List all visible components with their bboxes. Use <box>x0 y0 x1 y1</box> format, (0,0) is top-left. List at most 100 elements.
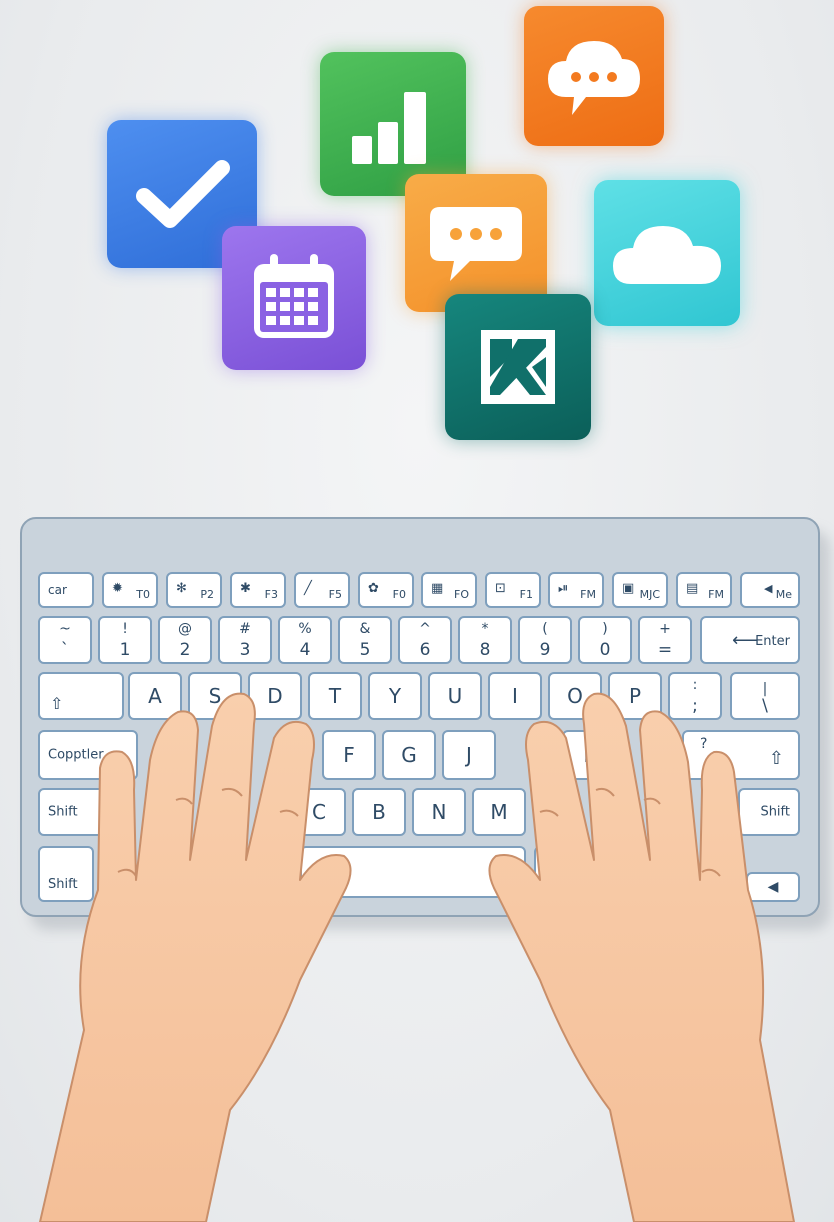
cloud-icon <box>613 226 721 284</box>
key-f5[interactable]: ╱ F5 <box>294 572 350 608</box>
key-2[interactable]: @ 2 <box>158 616 212 664</box>
key-f[interactable]: F <box>322 730 376 780</box>
key-me[interactable]: ◀ Me <box>740 572 800 608</box>
key-mjc[interactable]: ▣ MJC <box>612 572 668 608</box>
key-shift-bottom[interactable]: Shift <box>38 846 94 902</box>
spacebar[interactable] <box>300 846 526 898</box>
play-pause-icon: ⏯ <box>558 581 569 596</box>
key-d[interactable]: D <box>248 672 302 720</box>
key-symbol: 6 <box>419 640 431 660</box>
checkmark-icon <box>136 160 230 228</box>
key-label: Shift <box>760 804 790 820</box>
key-enter[interactable]: ⟵ Enter <box>700 616 800 664</box>
key-letter: B <box>372 800 386 824</box>
key-s[interactable]: S <box>188 672 242 720</box>
key-shift-up[interactable]: ? ⇧ <box>682 730 800 780</box>
key-label: Enter <box>755 634 790 649</box>
key-shift-symbol: % <box>298 621 312 637</box>
key-shift-symbol: @ <box>178 621 192 637</box>
key-shift-symbol: ( <box>542 621 548 637</box>
key-backslash[interactable]: | \ <box>730 672 800 720</box>
key-tab[interactable]: ⇧ <box>38 672 124 720</box>
key-p[interactable]: P <box>608 672 662 720</box>
key-1[interactable]: ! 1 <box>98 616 152 664</box>
key-shift-symbol: ) <box>602 621 608 637</box>
key-letter: O <box>567 684 583 708</box>
calendar-icon <box>254 254 334 338</box>
key-label: Cr <box>542 873 557 888</box>
key-fm-2[interactable]: ▤ FM <box>676 572 732 608</box>
key-o[interactable]: O <box>548 672 602 720</box>
key-letter: J <box>466 743 472 767</box>
key-6[interactable]: ^ 6 <box>398 616 452 664</box>
key-f3[interactable]: ✱ F3 <box>230 572 286 608</box>
key-a[interactable]: A <box>128 672 182 720</box>
key-label: Shift <box>48 877 78 892</box>
key-label: FM <box>708 588 724 601</box>
key-t[interactable]: T <box>308 672 362 720</box>
cloud-app[interactable] <box>594 180 740 326</box>
key-5[interactable]: & 5 <box>338 616 392 664</box>
key-fo[interactable]: ▦ FO <box>421 572 477 608</box>
key-ctrl-right[interactable]: Cr <box>534 846 594 898</box>
key-8[interactable]: * 8 <box>458 616 512 664</box>
key-label: P2 <box>200 588 214 601</box>
key-4[interactable]: % 4 <box>278 616 332 664</box>
key-c[interactable]: C <box>292 788 346 836</box>
key-label: FO <box>454 588 469 601</box>
key-label: FM <box>580 588 596 601</box>
key-f1[interactable]: ⊡ F1 <box>485 572 541 608</box>
messages-app[interactable] <box>405 174 547 312</box>
key-caps[interactable]: Copptler <box>38 730 138 780</box>
key-colon[interactable]: : ; <box>668 672 722 720</box>
key-label: F0 <box>392 588 406 601</box>
key-y[interactable]: Y <box>368 672 422 720</box>
bar-chart-icon <box>352 92 426 164</box>
key-letter: U <box>447 684 463 708</box>
key-shift-left[interactable]: Shift <box>38 788 110 836</box>
key-shift-symbol: + <box>659 621 671 637</box>
key-m[interactable]: M <box>472 788 526 836</box>
key-3[interactable]: # 3 <box>218 616 272 664</box>
spreadsheet-app[interactable] <box>445 294 591 440</box>
key-label: car <box>48 583 67 597</box>
key-g[interactable]: G <box>382 730 436 780</box>
key-symbol: \ <box>762 696 768 716</box>
key-shift-symbol: ^ <box>419 621 431 637</box>
key-t0[interactable]: ✹ T0 <box>102 572 158 608</box>
brightness-icon: ✻ <box>176 581 187 596</box>
key-shift-right[interactable]: Shift <box>738 788 800 836</box>
key-label: F3 <box>264 588 278 601</box>
key-symbol: 4 <box>299 640 311 660</box>
key-letter: T <box>328 684 342 708</box>
key-arrow-left[interactable]: ◀ <box>746 872 800 902</box>
key-equals[interactable]: + = <box>638 616 692 664</box>
key-symbol: 1 <box>119 640 131 660</box>
key-0[interactable]: ) 0 <box>578 616 632 664</box>
screen-icon: ▣ <box>622 581 635 596</box>
key-shift-symbol: * <box>481 621 489 637</box>
key-letter: S <box>208 684 222 708</box>
calendar-app[interactable] <box>222 226 366 370</box>
key-f0[interactable]: ✿ F0 <box>358 572 414 608</box>
sun-icon: ✹ <box>112 581 123 596</box>
key-p2[interactable]: ✻ P2 <box>166 572 222 608</box>
key-9[interactable]: ( 9 <box>518 616 572 664</box>
key-n[interactable]: N <box>412 788 466 836</box>
key-j[interactable]: J <box>442 730 496 780</box>
key-shift-symbol: ~ <box>59 621 71 637</box>
chat-bubble-icon <box>430 207 522 281</box>
key-letter: A <box>148 684 162 708</box>
key-symbol: 8 <box>479 640 491 660</box>
chat-cloud-app[interactable] <box>524 6 664 146</box>
key-symbol: 2 <box>179 640 191 660</box>
key-i[interactable]: I <box>488 672 542 720</box>
key-car[interactable]: car <box>38 572 94 608</box>
key-l[interactable]: L <box>562 730 616 780</box>
x-logo-icon <box>481 330 555 404</box>
flower-icon: ✿ <box>368 581 379 596</box>
key-b[interactable]: B <box>352 788 406 836</box>
key-fm[interactable]: ⏯ FM <box>548 572 604 608</box>
key-tilde[interactable]: ~ ` <box>38 616 92 664</box>
key-u[interactable]: U <box>428 672 482 720</box>
